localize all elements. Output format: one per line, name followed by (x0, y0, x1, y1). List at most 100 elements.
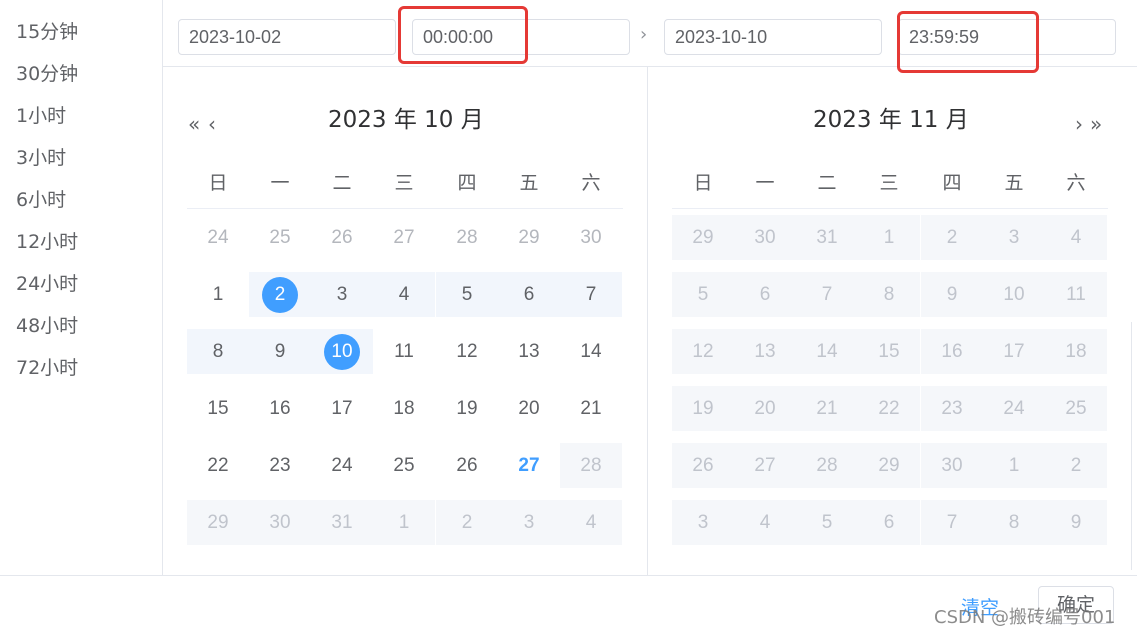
right-weekday-label: 三 (879, 172, 899, 194)
panel-divider (647, 67, 648, 575)
right-day-cell: 10 (983, 272, 1045, 317)
next-month-icon[interactable]: › (1075, 114, 1083, 134)
prev-month-icon[interactable]: ‹ (208, 114, 216, 134)
left-day-cell[interactable]: 9 (249, 329, 311, 374)
left-day-cell[interactable]: 25 (373, 443, 435, 488)
right-day-cell: 6 (858, 500, 920, 545)
left-day-cell[interactable]: 5 (436, 272, 498, 317)
left-day-cell[interactable]: 26 (311, 215, 373, 260)
right-weekday-divider (672, 208, 1108, 209)
left-weekday-divider (187, 208, 623, 209)
left-day-cell[interactable]: 25 (249, 215, 311, 260)
right-day-cell: 3 (672, 500, 734, 545)
left-day-cell[interactable]: 29 (498, 215, 560, 260)
right-day-cell: 7 (796, 272, 858, 317)
right-day-cell: 8 (983, 500, 1045, 545)
selected-day-marker: 10 (324, 333, 360, 370)
start-time-input[interactable]: 00:00:00 (412, 19, 630, 55)
right-day-cell: 18 (1045, 329, 1107, 374)
right-day-cell: 31 (796, 215, 858, 260)
left-range-start-day[interactable]: 2 (249, 272, 311, 317)
left-day-cell[interactable]: 27 (373, 215, 435, 260)
left-range-end-day[interactable]: 10 (311, 329, 373, 374)
right-day-cell: 22 (858, 386, 920, 431)
left-day-cell[interactable]: 14 (560, 329, 622, 374)
left-day-cell[interactable]: 24 (187, 215, 249, 260)
left-day-cell[interactable]: 18 (373, 386, 435, 431)
shortcut-15-minutes[interactable]: 15分钟 (16, 20, 78, 44)
right-day-cell: 9 (1045, 500, 1107, 545)
left-day-cell-today[interactable]: 27 (498, 443, 560, 488)
start-date-input[interactable]: 2023-10-02 (178, 19, 396, 55)
left-weekday-label: 二 (332, 172, 352, 194)
left-day-cell[interactable]: 13 (498, 329, 560, 374)
left-day-cell[interactable]: 28 (436, 215, 498, 260)
left-day-cell[interactable]: 20 (498, 386, 560, 431)
left-day-cell[interactable]: 19 (436, 386, 498, 431)
left-weekday-label: 三 (394, 172, 414, 194)
right-weekday-label: 二 (817, 172, 837, 194)
shortcut-72-hours[interactable]: 72小时 (16, 356, 78, 380)
left-day-cell[interactable]: 12 (436, 329, 498, 374)
right-day-cell: 29 (672, 215, 734, 260)
right-day-cell: 1 (983, 443, 1045, 488)
right-day-cell: 2 (921, 215, 983, 260)
left-day-cell[interactable]: 30 (560, 215, 622, 260)
shortcut-30-minutes[interactable]: 30分钟 (16, 62, 78, 86)
left-weekday-label: 一 (270, 172, 290, 194)
right-day-cell: 23 (921, 386, 983, 431)
right-day-cell: 16 (921, 329, 983, 374)
right-day-cell: 4 (734, 500, 796, 545)
left-day-cell[interactable]: 3 (311, 272, 373, 317)
shortcut-48-hours[interactable]: 48小时 (16, 314, 78, 338)
left-day-cell[interactable]: 16 (249, 386, 311, 431)
left-day-cell[interactable]: 21 (560, 386, 622, 431)
right-day-cell: 20 (734, 386, 796, 431)
date-range-picker: 15分钟 30分钟 1小时 3小时 6小时 12小时 24小时 48小时 72小… (0, 0, 1137, 634)
left-day-cell: 31 (311, 500, 373, 545)
right-day-cell: 9 (921, 272, 983, 317)
shortcut-12-hours[interactable]: 12小时 (16, 230, 78, 254)
left-day-cell[interactable]: 11 (373, 329, 435, 374)
end-time-input[interactable]: 23:59:59 (898, 19, 1116, 55)
left-day-cell[interactable]: 4 (373, 272, 435, 317)
left-day-cell[interactable]: 24 (311, 443, 373, 488)
right-day-cell: 25 (1045, 386, 1107, 431)
prev-year-icon[interactable]: « (188, 114, 200, 134)
left-day-cell[interactable]: 17 (311, 386, 373, 431)
left-weekday-label: 日 (208, 172, 228, 194)
right-day-cell: 6 (734, 272, 796, 317)
next-year-icon[interactable]: » (1090, 114, 1102, 134)
left-day-cell[interactable]: 26 (436, 443, 498, 488)
csdn-watermark: CSDN @搬砖编号001 (934, 607, 1116, 628)
right-day-cell: 8 (858, 272, 920, 317)
right-day-cell: 15 (858, 329, 920, 374)
left-day-cell[interactable]: 23 (249, 443, 311, 488)
right-day-cell: 2 (1045, 443, 1107, 488)
shortcut-3-hours[interactable]: 3小时 (16, 146, 66, 170)
left-day-cell[interactable]: 8 (187, 329, 249, 374)
right-day-cell: 11 (1045, 272, 1107, 317)
right-day-cell: 13 (734, 329, 796, 374)
left-day-cell[interactable]: 7 (560, 272, 622, 317)
left-day-cell[interactable]: 22 (187, 443, 249, 488)
right-day-cell: 21 (796, 386, 858, 431)
right-day-cell: 4 (1045, 215, 1107, 260)
right-weekday-label: 五 (1004, 172, 1024, 194)
left-day-cell[interactable]: 15 (187, 386, 249, 431)
shortcut-24-hours[interactable]: 24小时 (16, 272, 78, 296)
right-day-cell: 7 (921, 500, 983, 545)
end-date-input[interactable]: 2023-10-10 (664, 19, 882, 55)
left-day-cell[interactable]: 6 (498, 272, 560, 317)
right-weekday-label: 日 (693, 172, 713, 194)
selected-day-marker: 2 (262, 276, 298, 313)
left-day-cell[interactable]: 1 (187, 272, 249, 317)
left-day-cell: 4 (560, 500, 622, 545)
left-day-cell: 2 (436, 500, 498, 545)
shortcut-sidebar: 15分钟 30分钟 1小时 3小时 6小时 12小时 24小时 48小时 72小… (0, 0, 163, 575)
shortcut-6-hours[interactable]: 6小时 (16, 188, 66, 212)
left-day-cell: 3 (498, 500, 560, 545)
right-day-cell: 29 (858, 443, 920, 488)
shortcut-1-hour[interactable]: 1小时 (16, 104, 66, 128)
right-day-cell: 24 (983, 386, 1045, 431)
